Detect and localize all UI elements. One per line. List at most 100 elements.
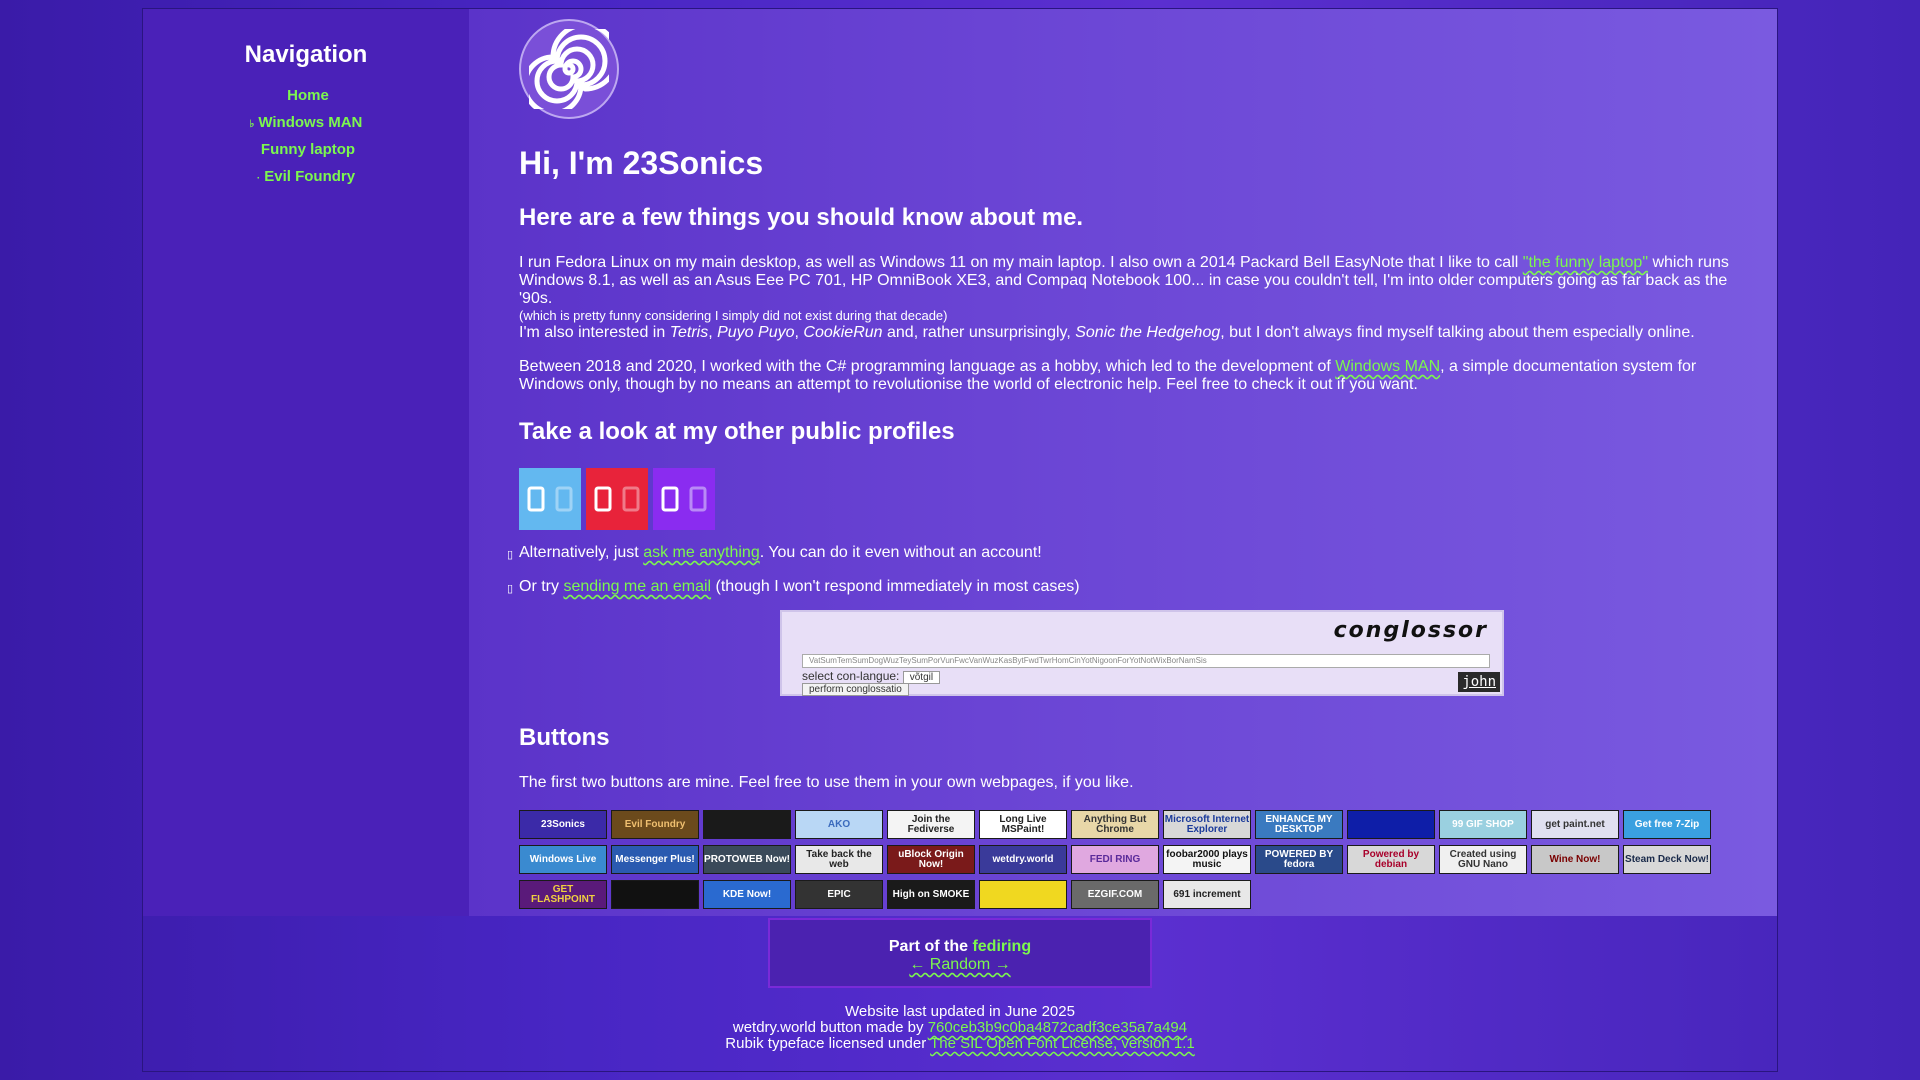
web-button-88x31[interactable]: Wine Now! <box>1531 845 1619 874</box>
text: (though I won't respond immediately in m… <box>711 578 1080 595</box>
text: wetdry.world button made by <box>732 1019 928 1036</box>
youtube-profile-button[interactable] <box>586 468 648 530</box>
intro-paragraph-1: I run Fedora Linux on my main desktop, a… <box>519 254 1764 308</box>
web-button-88x31[interactable]: Anything But Chrome <box>1071 810 1159 839</box>
foundry-icon: · <box>256 173 261 184</box>
puyo-text: Puyo Puyo <box>717 324 795 341</box>
web-button-88x31[interactable] <box>979 880 1067 909</box>
web-button-88x31[interactable]: Steam Deck Now! <box>1623 845 1711 874</box>
nav-item-label: Windows MAN <box>258 114 363 131</box>
button-credit-link[interactable]: 760ceb3b9c0ba4872cadf3ce35a7a494 <box>928 1019 1187 1036</box>
web-button-88x31[interactable]: 23Sonics <box>519 810 607 839</box>
button-grid: 23Sonics Evil Foundry AKO Join the Fedivers… <box>519 810 1764 909</box>
text: , but I don't always find myself talking… <box>1220 324 1695 341</box>
buttons-heading: Buttons <box>519 724 610 751</box>
footer: Website last updated in June 2025 wetdry… <box>470 1004 1450 1052</box>
web-button-88x31[interactable]: KDE Now! <box>703 880 791 909</box>
web-button-88x31[interactable]: AKO <box>795 810 883 839</box>
bluesky-icon-faded <box>555 486 573 512</box>
youtube-icon-faded <box>622 486 640 512</box>
conlang-select-label: select con-langue: võtgil <box>802 669 941 684</box>
text: , <box>708 324 718 341</box>
nav-item-home[interactable]: Home <box>143 87 469 106</box>
conglossor-input[interactable]: VatSumTemSumDogWuzTeySumPorVunFwcVanWuzK… <box>802 654 1490 668</box>
webring-random-nav[interactable]: ← Random → <box>909 956 1010 973</box>
text: Or try <box>519 578 564 595</box>
web-button-88x31[interactable]: foobar2000 plays music <box>1163 845 1251 874</box>
webring-line: Part of the fediring <box>770 938 1150 956</box>
email-line: ▯ Or try sending me an email (though I wo… <box>507 578 1764 596</box>
nav-item-label: Home <box>287 87 329 104</box>
button-row: 23Sonics Evil Foundry AKO Join the Fedivers… <box>519 810 1764 839</box>
page-title: Hi, I'm 23Sonics <box>519 145 764 181</box>
web-button-88x31[interactable]: get paint.net <box>1531 810 1619 839</box>
web-button-88x31[interactable]: ENHANCE MY DESKTOP <box>1255 810 1343 839</box>
nav-item-windows-man[interactable]: ♭ Windows MAN <box>143 114 469 133</box>
nav-item-funny-laptop[interactable]: Funny laptop <box>143 141 469 160</box>
web-button-88x31[interactable]: Messenger Plus! <box>611 845 699 874</box>
button-credit: wetdry.world button made by 760ceb3b9c0b… <box>470 1020 1450 1036</box>
web-button-88x31[interactable]: Powered by debian <box>1347 845 1435 874</box>
nav-title: Navigation <box>244 41 368 68</box>
button-row: GET FLASHPOINT KDE Now! EPIC High on SMOKE E… <box>519 880 1764 909</box>
web-button-88x31[interactable]: FEDI RING <box>1071 845 1159 874</box>
web-button-88x31[interactable]: GET FLASHPOINT <box>519 880 607 909</box>
web-button-88x31[interactable]: uBlock Origin Now! <box>887 845 975 874</box>
intro-paragraph-3: Between 2018 and 2020, I worked with the… <box>519 358 1764 394</box>
webring-box: Part of the fediring ← Random → <box>768 918 1152 988</box>
windows-man-icon: ♭ <box>249 119 255 130</box>
web-button-88x31[interactable]: EPIC <box>795 880 883 909</box>
web-button-88x31[interactable]: High on SMOKE <box>887 880 975 909</box>
profile-links <box>519 468 1764 530</box>
twitch-profile-button[interactable] <box>653 468 715 530</box>
web-button-88x31[interactable] <box>611 880 699 909</box>
conglossor-widget[interactable]: conglossor VatSumTemSumDogWuzTeySumPorVu… <box>780 610 1504 696</box>
profiles-heading: Take a look at my other public profiles <box>519 418 955 445</box>
text: Rubik typeface licensed under <box>725 1035 931 1052</box>
avatar <box>519 19 619 119</box>
text: Part of the <box>888 938 973 955</box>
web-button-88x31[interactable]: Long Live MSPaint! <box>979 810 1067 839</box>
bluesky-profile-button[interactable] <box>519 468 581 530</box>
bluesky-icon <box>527 486 545 512</box>
twitch-icon-faded <box>689 486 707 512</box>
web-button-88x31[interactable]: Created using GNU Nano <box>1439 845 1527 874</box>
youtube-icon <box>594 486 612 512</box>
web-button-88x31[interactable]: 691 increment <box>1163 880 1251 909</box>
ask-me-anything-link[interactable]: ask me anything <box>643 544 760 561</box>
web-button-88x31[interactable]: PROTOWEB Now! <box>703 845 791 874</box>
buttons-description: The first two buttons are mine. Feel fre… <box>519 774 1134 791</box>
nav-item-label: Funny laptop <box>260 141 356 158</box>
web-button-88x31[interactable] <box>703 810 791 839</box>
web-button-88x31[interactable]: wetdry.world <box>979 845 1067 874</box>
text: I'm also interested in <box>519 324 670 341</box>
windows-man-link[interactable]: Windows MAN <box>1335 358 1440 375</box>
funny-laptop-link[interactable]: "the funny laptop" <box>1523 254 1648 271</box>
intro-paragraph-2: I'm also interested in Tetris, Puyo Puyo… <box>519 324 1764 342</box>
text: Between 2018 and 2020, I worked with the… <box>519 358 1336 375</box>
spiral-icon <box>529 29 609 109</box>
web-button-88x31[interactable] <box>1347 810 1435 839</box>
email-icon: ▯ <box>507 583 514 595</box>
web-button-88x31[interactable]: Evil Foundry <box>611 810 699 839</box>
web-button-88x31[interactable]: Windows Live <box>519 845 607 874</box>
text: and, rather unsurprisingly, <box>882 324 1076 341</box>
ask-line: ▯ Alternatively, just ask me anything. Yo… <box>507 544 1764 562</box>
perform-conglossatio-button[interactable]: perform conglossatio <box>802 683 909 696</box>
john-badge[interactable]: john <box>1458 672 1500 692</box>
web-button-88x31[interactable]: POWERED BY fedora <box>1255 845 1343 874</box>
web-button-88x31[interactable]: EZGIF.COM <box>1071 880 1159 909</box>
last-updated: Website last updated in June 2025 <box>845 1003 1075 1020</box>
font-license-link[interactable]: The SIL Open Font License, version 1.1 <box>930 1035 1195 1052</box>
web-button-88x31[interactable]: Join the Fediverse <box>887 810 975 839</box>
send-email-link[interactable]: sending me an email <box>563 578 711 595</box>
tetris-text: Tetris <box>669 324 709 341</box>
web-button-88x31[interactable]: Get free 7-Zip <box>1623 810 1711 839</box>
nav-item-evil-foundry[interactable]: · Evil Foundry <box>143 168 469 187</box>
web-button-88x31[interactable]: Microsoft Internet Explorer <box>1163 810 1251 839</box>
web-button-88x31[interactable]: 99 GIF SHOP <box>1439 810 1527 839</box>
text: Alternatively, just <box>519 544 644 561</box>
web-button-88x31[interactable]: Take back the web <box>795 845 883 874</box>
font-credit: Rubik typeface licensed under The SIL Op… <box>470 1036 1450 1052</box>
fediring-link[interactable]: fediring <box>972 938 1031 955</box>
